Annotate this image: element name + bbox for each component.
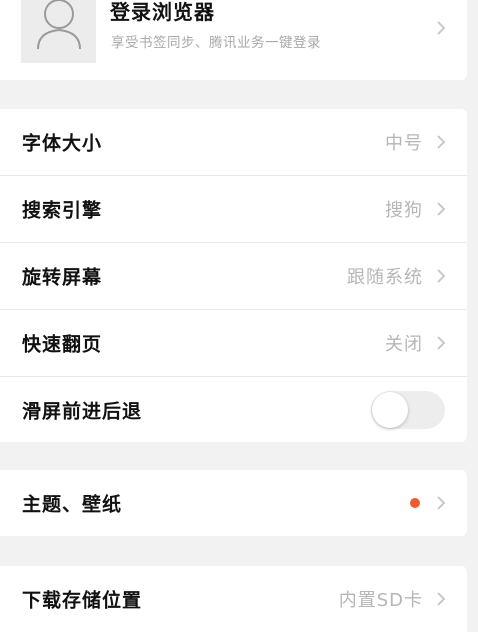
setting-download-location[interactable]: 下载存储位置 内置SD卡 — [0, 566, 467, 632]
setting-label: 搜索引擎 — [22, 199, 103, 222]
setting-rotate-screen[interactable]: 旋转屏幕 跟随系统 — [0, 243, 467, 310]
setting-theme-wallpaper[interactable]: 主题、壁纸 — [0, 470, 467, 536]
chevron-right-icon — [437, 496, 446, 510]
setting-fast-page-flip[interactable]: 快速翻页 关闭 — [0, 310, 467, 377]
setting-label: 快速翻页 — [22, 333, 103, 356]
setting-swipe-navigation: 滑屏前进后退 — [0, 377, 467, 442]
setting-font-size[interactable]: 字体大小 中号 — [0, 109, 467, 176]
setting-value: 搜狗 — [385, 200, 423, 221]
swipe-navigation-toggle[interactable] — [371, 391, 445, 429]
avatar — [21, 0, 96, 63]
setting-value: 中号 — [385, 133, 423, 154]
chevron-right-icon — [437, 336, 446, 350]
chevron-right-icon — [437, 269, 446, 283]
settings-card: 字体大小 中号 搜索引擎 搜狗 旋转屏幕 跟随系统 快速翻页 关闭 滑屏前进后退 — [0, 109, 467, 442]
new-indicator-dot — [410, 498, 420, 508]
login-card[interactable]: 登录浏览器 享受书签同步、腾讯业务一键登录 — [0, 0, 467, 80]
storage-card: 下载存储位置 内置SD卡 — [0, 566, 467, 632]
setting-value: 跟随系统 — [347, 267, 423, 288]
setting-label: 下载存储位置 — [22, 589, 143, 612]
chevron-right-icon — [437, 21, 446, 35]
login-title: 登录浏览器 — [110, 0, 215, 24]
toggle-knob — [372, 392, 408, 428]
chevron-right-icon — [437, 202, 446, 216]
setting-label: 旋转屏幕 — [22, 266, 103, 289]
setting-label: 滑屏前进后退 — [22, 400, 143, 423]
setting-label: 主题、壁纸 — [22, 493, 123, 516]
setting-search-engine[interactable]: 搜索引擎 搜狗 — [0, 176, 467, 243]
login-subtitle: 享受书签同步、腾讯业务一键登录 — [111, 35, 321, 51]
chevron-right-icon — [437, 592, 446, 606]
setting-value: 内置SD卡 — [338, 590, 423, 611]
user-outline-icon — [37, 0, 81, 50]
setting-value: 关闭 — [385, 334, 423, 355]
setting-label: 字体大小 — [22, 132, 103, 155]
theme-card: 主题、壁纸 — [0, 470, 467, 536]
chevron-right-icon — [437, 135, 446, 149]
